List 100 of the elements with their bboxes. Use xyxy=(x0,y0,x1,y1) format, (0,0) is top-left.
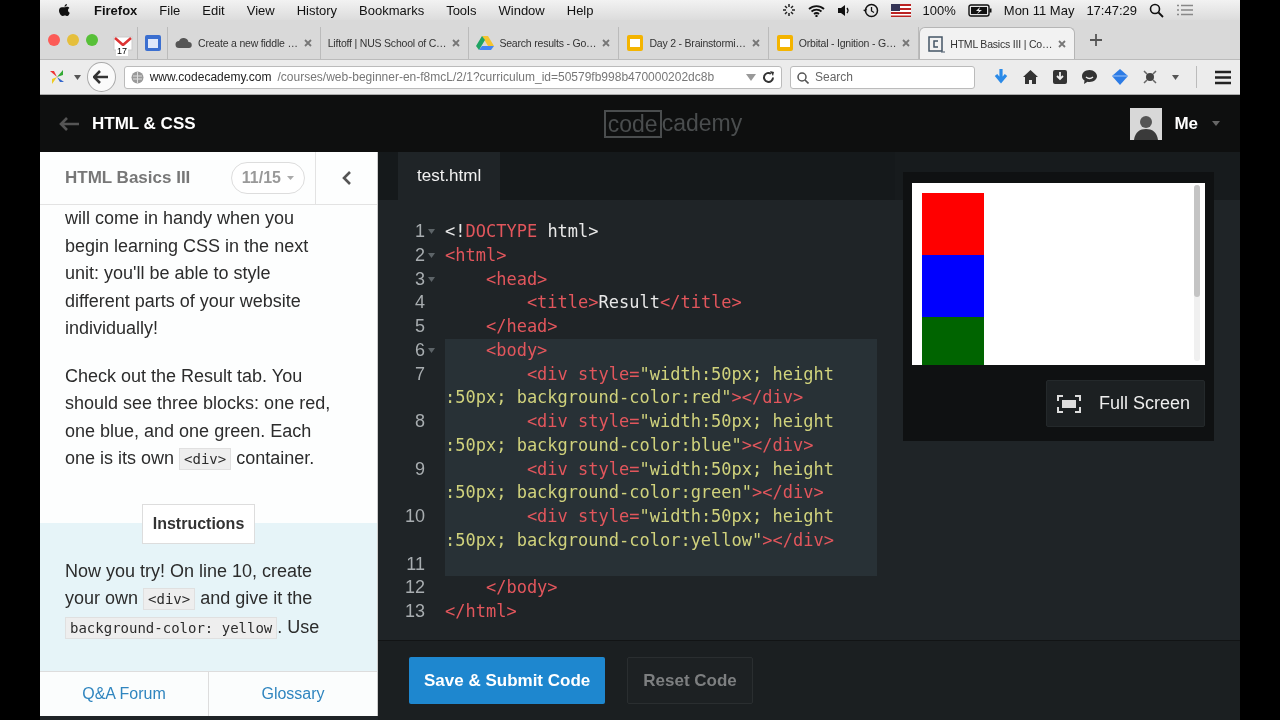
browser-tab[interactable]: Create a new fiddle … xyxy=(168,27,321,59)
battery-icon[interactable] xyxy=(967,3,992,17)
instructions-tab[interactable]: Instructions xyxy=(141,503,256,544)
code-line: <div style="width:50px; height xyxy=(525,457,835,481)
search-icon xyxy=(797,71,809,84)
file-tab[interactable]: test.html xyxy=(398,152,501,200)
code-line: :50px; background-color:green"></div> xyxy=(445,481,825,505)
line-number: 2 xyxy=(414,243,425,267)
diamond-icon[interactable] xyxy=(1111,68,1129,86)
pinned-tab[interactable]: 17 xyxy=(108,27,138,59)
lesson-paragraph: Check out the Result tab. You should see three blocks: one red, one blue, and one green. Each one is its own <div> container. xyxy=(65,364,331,472)
footer-link[interactable]: Q&A Forum xyxy=(40,685,208,703)
line-number: 9 xyxy=(414,457,425,481)
volume-icon[interactable] xyxy=(836,3,851,17)
fullscreen-icon xyxy=(1056,394,1081,413)
submit-button[interactable]: Save & Submit Code xyxy=(409,657,606,704)
caret-icon[interactable] xyxy=(1172,74,1179,80)
menu-item[interactable]: Window xyxy=(487,2,556,18)
menu-item[interactable]: Edit xyxy=(191,2,236,18)
triangle-icon xyxy=(476,35,495,51)
line-number: 12 xyxy=(403,576,425,600)
code-line: <div style="width:50px; height xyxy=(525,505,835,528)
course-title[interactable]: HTML & CSS xyxy=(92,113,196,134)
browser-tab[interactable]: Day 2 - Brainstormi… xyxy=(619,27,769,59)
code-line: :50px; background-color:red"></div> xyxy=(445,386,805,410)
pinwheel-icon[interactable] xyxy=(48,68,66,86)
slide-icon xyxy=(626,34,645,52)
menu-icon[interactable] xyxy=(1214,69,1232,85)
menu-item[interactable]: History xyxy=(285,2,349,18)
new-tab-icon[interactable] xyxy=(1089,32,1104,47)
menu-item[interactable]: Help xyxy=(555,2,605,18)
fold-arrow-icon[interactable] xyxy=(428,276,435,282)
apple-icon xyxy=(58,2,71,18)
line-number: 13 xyxy=(403,600,425,623)
close-button[interactable] xyxy=(48,33,60,46)
menu-item[interactable]: File xyxy=(148,2,192,18)
lesson-paragraph: will come in handy when you begin learning CSS in the next unit: you'll be able to style different parts of your website individually! xyxy=(65,207,310,340)
full-screen-button[interactable]: Full Screen xyxy=(1045,380,1205,427)
fold-arrow-icon[interactable] xyxy=(428,348,435,354)
caret-icon xyxy=(287,176,294,180)
code-line: </html> xyxy=(445,600,518,623)
battery-percent: 100% xyxy=(922,2,956,18)
footer-link[interactable]: Glossary xyxy=(209,685,377,703)
line-number: 8 xyxy=(414,410,425,433)
wifi-icon[interactable] xyxy=(807,3,825,17)
fold-arrow-icon[interactable] xyxy=(428,229,435,235)
app-menu[interactable]: Firefox xyxy=(83,2,149,18)
search-field[interactable]: Search xyxy=(790,65,975,89)
code-line: :50px; background-color:yellow"></div> xyxy=(445,528,835,552)
flag-icon[interactable] xyxy=(890,3,911,17)
chevron-left-icon xyxy=(341,170,352,186)
close-icon[interactable] xyxy=(1057,38,1068,49)
code-line: :50px; background-color:blue"></div> xyxy=(445,433,815,457)
browser-tab[interactable]: Orbital - Ignition - G… xyxy=(768,27,920,59)
line-number: 7 xyxy=(414,362,425,386)
browser-tab[interactable]: HTML Basics III | Co… xyxy=(919,27,1076,59)
close-icon[interactable] xyxy=(601,38,612,48)
code-line: <!DOCTYPE html> xyxy=(445,220,600,243)
address-field[interactable]: www.codecademy.com /courses/web-beginner-en-f8mcL/2/1?curriculum_id=50579fb998b470000202dc8b xyxy=(123,65,782,89)
code-line: <div style="width:50px; height xyxy=(525,410,835,433)
sun-icon[interactable] xyxy=(781,3,796,17)
close-icon[interactable] xyxy=(302,38,313,48)
dropdown-icon[interactable] xyxy=(746,73,756,81)
search-icon[interactable] xyxy=(1149,2,1164,18)
browser-tab[interactable]: Liftoff | NUS School of C… xyxy=(320,27,470,59)
fold-arrow-icon[interactable] xyxy=(428,253,435,259)
cloud-icon xyxy=(175,37,193,49)
extension-icon[interactable] xyxy=(1142,69,1159,85)
menubar-date: Mon 11 May xyxy=(1003,2,1075,18)
line-number: 3 xyxy=(414,267,425,291)
caret-icon[interactable] xyxy=(74,74,81,80)
back-arrow-icon[interactable] xyxy=(58,115,80,132)
menu-item[interactable]: Bookmarks xyxy=(348,2,436,18)
scrollbar[interactable] xyxy=(1193,185,1201,361)
line-number: 4 xyxy=(414,291,425,315)
chat-icon[interactable] xyxy=(1081,69,1098,85)
close-icon[interactable] xyxy=(451,38,462,48)
back-button[interactable] xyxy=(87,62,116,92)
home-icon[interactable] xyxy=(1022,69,1039,85)
user-name[interactable]: Me xyxy=(1174,113,1198,134)
download-icon[interactable] xyxy=(1052,69,1068,85)
list-icon[interactable] xyxy=(1176,4,1194,16)
page-icon xyxy=(927,34,946,53)
download-arrow-icon[interactable] xyxy=(993,68,1009,86)
close-icon[interactable] xyxy=(750,38,761,48)
slide-icon xyxy=(775,34,794,52)
site-logo: code cademy xyxy=(603,109,743,138)
avatar-icon[interactable] xyxy=(1130,107,1163,140)
line-number: 10 xyxy=(403,505,425,528)
reload-icon[interactable] xyxy=(762,70,775,84)
code-line: <html> xyxy=(445,243,508,267)
back-arrow-icon xyxy=(93,70,110,84)
clock-icon[interactable] xyxy=(862,2,879,18)
close-icon[interactable] xyxy=(901,38,912,48)
menu-item[interactable]: View xyxy=(235,2,286,18)
reset-button[interactable]: Reset Code xyxy=(627,657,753,704)
browser-tab[interactable]: Search results - Go… xyxy=(469,27,620,59)
menu-item[interactable]: Tools xyxy=(435,2,488,18)
instructions-text: Now you try! On line 10, create your own <div> and give it the background-color: yellow . Use xyxy=(65,559,321,641)
caret-icon[interactable] xyxy=(1212,121,1220,126)
